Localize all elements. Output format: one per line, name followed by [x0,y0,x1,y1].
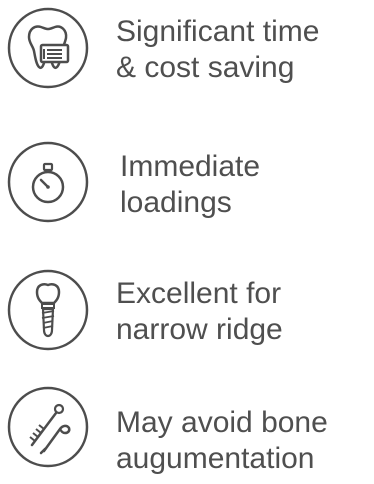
feature-narrow-ridge: Excellent for narrow ridge [0,255,374,365]
dental-implant-icon [6,268,90,352]
feature-label-line-1: Significant time [116,15,320,48]
stopwatch-icon [6,140,90,224]
tooth-with-ticket-icon [6,6,90,90]
feature-label: Immediate loadings [120,149,368,221]
feature-label-line-2: & cost saving [116,51,295,84]
feature-label-line-2: loadings [120,186,232,219]
dental-tools-icon [6,385,90,469]
feature-label-line-1: Immediate [120,150,261,183]
feature-label: Significant time & cost saving [116,14,368,86]
feature-label: May avoid bone augumentation [116,405,368,477]
feature-label-line-1: May avoid bone [116,406,328,439]
feature-label-line-1: Excellent for [116,277,282,310]
feature-label: Excellent for narrow ridge [116,276,368,348]
feature-immediate-loadings: Immediate loadings [0,128,374,238]
feature-time-cost-saving: Significant time & cost saving [0,0,374,110]
feature-label-line-2: narrow ridge [116,313,283,346]
feature-avoid-bone-augmentation: May avoid bone augumentation [0,373,374,483]
feature-label-line-2: augumentation [116,442,315,475]
